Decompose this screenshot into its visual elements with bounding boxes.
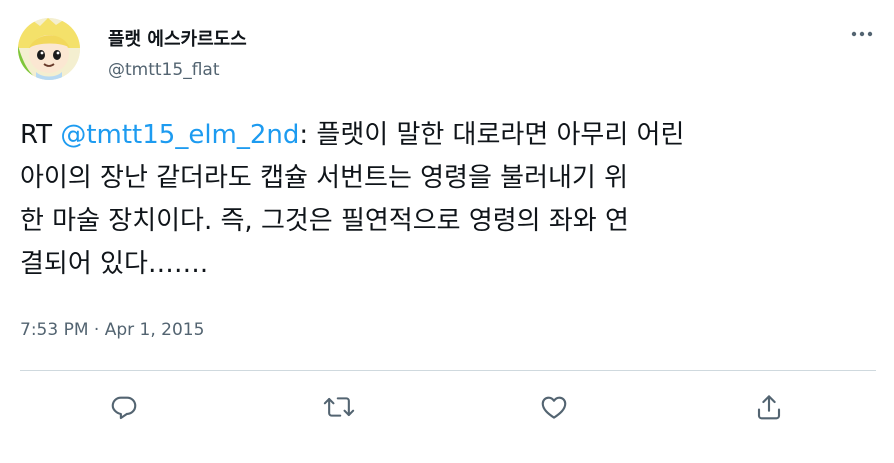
retweet-button[interactable] <box>322 390 356 424</box>
share-button[interactable] <box>752 390 786 424</box>
divider <box>20 370 876 371</box>
timestamp-separator: · <box>88 320 105 340</box>
share-icon <box>757 395 781 420</box>
mention-link[interactable]: @tmtt15_elm_2nd <box>60 120 299 150</box>
timestamp-time[interactable]: 7:53 PM <box>20 320 89 340</box>
like-button[interactable] <box>537 390 571 424</box>
timestamp: 7:53 PM · Apr 1, 2015 <box>20 320 204 340</box>
like-icon <box>541 396 567 419</box>
reply-button[interactable] <box>107 390 141 424</box>
reply-icon <box>111 396 137 420</box>
retweet-prefix: RT <box>20 120 61 150</box>
retweet-icon <box>323 397 355 417</box>
timestamp-date[interactable]: Apr 1, 2015 <box>105 320 205 340</box>
avatar[interactable] <box>18 18 80 80</box>
more-options-icon[interactable] <box>846 24 878 44</box>
tweet-text: RT @tmtt15_elm_2nd: 플랫이 말한 대로라면 아무리 어린 아… <box>20 114 870 286</box>
author-name[interactable]: 플랫 에스카르도스 <box>108 25 247 51</box>
author-handle[interactable]: @tmtt15_flat <box>108 60 219 80</box>
